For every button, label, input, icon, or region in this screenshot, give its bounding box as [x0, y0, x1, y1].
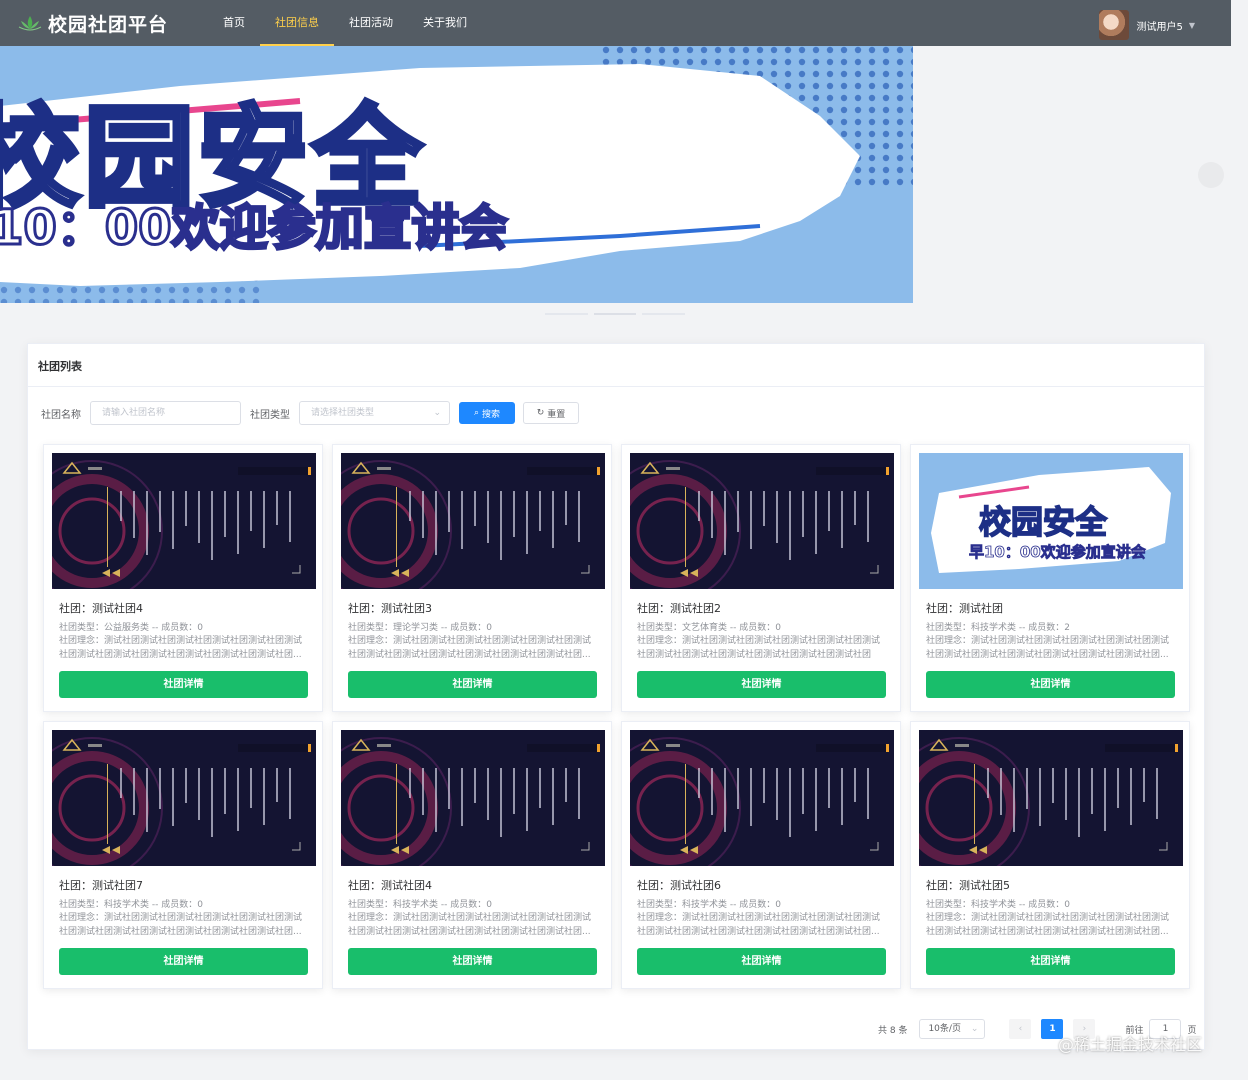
club-meta: 社团类型：公益服务类 -- 成员数：0 [59, 623, 203, 633]
banner-subline: 10：00欢迎参加宣讲会 [0, 200, 508, 256]
club-card[interactable]: 社团：测试社团2 社团类型：文艺体育类 -- 成员数：0 社团理念：测试社团测试… [621, 444, 901, 712]
banner-carousel[interactable]: 校园安全 10：00欢迎参加宣讲会 [0, 46, 913, 303]
club-description: 社团理念：测试社团测试社团测试社团测试社团测试社团测试社团测试社团测试社团测试社… [637, 636, 881, 660]
caret-down-icon: ▼ [1188, 20, 1195, 30]
club-type-label: 社团类型 [250, 409, 290, 421]
search-button-label: 搜索 [482, 409, 501, 420]
club-detail-button[interactable]: 社团详情 [59, 671, 308, 698]
carousel-dot[interactable] [545, 313, 588, 315]
club-card[interactable]: 社团：测试社团3 社团类型：理论学习类 -- 成员数：0 社团理念：测试社团测试… [332, 444, 612, 712]
club-meta: 社团类型：科技学术类 -- 成员数：0 [637, 900, 781, 910]
chevron-down-icon: ⌄ [433, 408, 441, 418]
club-detail-button[interactable]: 社团详情 [348, 671, 597, 698]
nav-item-about[interactable]: 关于我们 [408, 0, 482, 46]
club-description: 社团理念：测试社团测试社团测试社团测试社团测试社团测试社团测试社团测试社团测试社… [637, 913, 881, 937]
club-card[interactable]: 社团：测试社团5 社团类型：科技学术类 -- 成员数：0 社团理念：测试社团测试… [910, 721, 1190, 989]
app-title: 校园社团平台 [48, 13, 169, 36]
club-description: 社团理念：测试社团测试社团测试社团测试社团测试社团测试社团测试社团测试社团测试社… [348, 913, 592, 937]
user-name: 测试用户5 [1136, 21, 1183, 33]
carousel-dot[interactable] [593, 313, 637, 315]
prev-page-button[interactable]: ‹ [1009, 1019, 1032, 1039]
club-detail-button[interactable]: 社团详情 [59, 948, 308, 975]
club-card[interactable]: 社团：测试社团7 社团类型：科技学术类 -- 成员数：0 社团理念：测试社团测试… [43, 721, 323, 989]
club-title: 社团：测试社团7 [59, 879, 143, 892]
club-title: 社团：测试社团 [926, 602, 1003, 615]
search-button[interactable]: ⌕ 搜索 [459, 402, 515, 424]
club-meta: 社团类型：文艺体育类 -- 成员数：0 [637, 623, 781, 633]
club-meta: 社团类型：科技学术类 -- 成员数：0 [348, 900, 492, 910]
chevron-down-icon: ⌄ [970, 1024, 979, 1034]
club-description: 社团理念：测试社团测试社团测试社团测试社团测试社团测试社团测试社团测试社团测试社… [348, 636, 592, 660]
club-cover-image[interactable] [630, 730, 894, 866]
club-detail-button[interactable]: 社团详情 [926, 948, 1175, 975]
reset-button-label: 重置 [547, 409, 566, 420]
club-cover-image[interactable] [630, 453, 894, 589]
club-description: 社团理念：测试社团测试社团测试社团测试社团测试社团测试社团测试社团测试社团测试社… [59, 636, 303, 660]
search-icon: ⌕ [473, 408, 480, 418]
club-cover-image[interactable]: 校园安全 早10：00欢迎参加宣讲会 [919, 453, 1183, 589]
svg-text:早10：00欢迎参加宣讲会: 早10：00欢迎参加宣讲会 [969, 543, 1146, 561]
page-size-value: 10条/页 [928, 1024, 961, 1034]
club-detail-button[interactable]: 社团详情 [637, 671, 886, 698]
club-description: 社团理念：测试社团测试社团测试社团测试社团测试社团测试社团测试社团测试社团测试社… [926, 636, 1170, 660]
club-cover-image[interactable] [52, 453, 316, 589]
filter-bar: 社团名称 请输入社团名称 社团类型 请选择社团类型 ⌄ ⌕ 搜索 ↻ 重置 [41, 401, 579, 425]
club-name-label: 社团名称 [41, 409, 81, 421]
panel-title: 社团列表 [28, 344, 1204, 387]
club-type-placeholder: 请选择社团类型 [311, 408, 375, 418]
avatar[interactable] [1099, 10, 1130, 40]
club-list-panel: 社团列表 社团名称 请输入社团名称 社团类型 请选择社团类型 ⌄ ⌕ 搜索 ↻ … [27, 343, 1205, 1050]
club-name-input[interactable]: 请输入社团名称 [90, 401, 241, 425]
watermark: @稀土掘金技术社区 [1058, 1035, 1203, 1054]
club-description: 社团理念：测试社团测试社团测试社团测试社团测试社团测试社团测试社团测试社团测试社… [59, 913, 303, 937]
club-detail-button[interactable]: 社团详情 [348, 948, 597, 975]
club-cover-image[interactable] [52, 730, 316, 866]
club-card[interactable]: 社团：测试社团6 社团类型：科技学术类 -- 成员数：0 社团理念：测试社团测试… [621, 721, 901, 989]
club-title: 社团：测试社团3 [348, 602, 432, 615]
reset-button[interactable]: ↻ 重置 [523, 402, 579, 424]
club-title: 社团：测试社团5 [926, 879, 1010, 892]
user-menu[interactable]: 测试用户5 ▼ [1099, 10, 1195, 40]
club-detail-button[interactable]: 社团详情 [637, 948, 886, 975]
club-meta: 社团类型：科技学术类 -- 成员数：0 [926, 900, 1070, 910]
club-meta: 社团类型：科技学术类 -- 成员数：0 [59, 900, 203, 910]
club-cover-image[interactable] [341, 730, 605, 866]
club-description: 社团理念：测试社团测试社团测试社团测试社团测试社团测试社团测试社团测试社团测试社… [926, 913, 1170, 937]
club-meta: 社团类型：科技学术类 -- 成员数：2 [926, 623, 1070, 633]
svg-text:校园安全: 校园安全 [979, 503, 1108, 541]
club-detail-button[interactable]: 社团详情 [926, 671, 1175, 698]
club-card[interactable]: 校园安全 早10：00欢迎参加宣讲会 社团：测试社团 社团类型：科技学术类 --… [910, 444, 1190, 712]
club-title: 社团：测试社团2 [637, 602, 721, 615]
carousel-arrow-right[interactable] [1198, 162, 1224, 188]
nav-item-club-activities[interactable]: 社团活动 [334, 0, 408, 46]
club-card[interactable]: 社团：测试社团4 社团类型：科技学术类 -- 成员数：0 社团理念：测试社团测试… [332, 721, 612, 989]
page-size-select[interactable]: 10条/页 ⌄ [919, 1019, 986, 1039]
club-card[interactable]: 社团：测试社团4 社团类型：公益服务类 -- 成员数：0 社团理念：测试社团测试… [43, 444, 323, 712]
banner-image: 校园安全 10：00欢迎参加宣讲会 [0, 46, 913, 303]
pagination-total: 共 8 条 [878, 1025, 908, 1036]
club-meta: 社团类型：理论学习类 -- 成员数：0 [348, 623, 492, 633]
carousel-indicators [545, 313, 686, 316]
club-title: 社团：测试社团4 [348, 879, 432, 892]
refresh-icon: ↻ [536, 408, 545, 418]
club-cover-image[interactable] [341, 453, 605, 589]
club-type-select[interactable]: 请选择社团类型 ⌄ [299, 401, 450, 425]
main-nav: 首页 社团信息 社团活动 关于我们 [208, 0, 482, 46]
club-title: 社团：测试社团6 [637, 879, 721, 892]
club-cover-image[interactable] [919, 730, 1183, 866]
nav-item-home[interactable]: 首页 [208, 0, 260, 46]
carousel-dot[interactable] [642, 313, 686, 315]
brand[interactable]: 校园社团平台 [18, 10, 208, 37]
club-title: 社团：测试社团4 [59, 602, 143, 615]
nav-item-club-info[interactable]: 社团信息 [260, 0, 334, 46]
top-navbar: 校园社团平台 首页 社团信息 社团活动 关于我们 测试用户5 ▼ [0, 0, 1231, 46]
lotus-logo-icon [18, 16, 42, 31]
